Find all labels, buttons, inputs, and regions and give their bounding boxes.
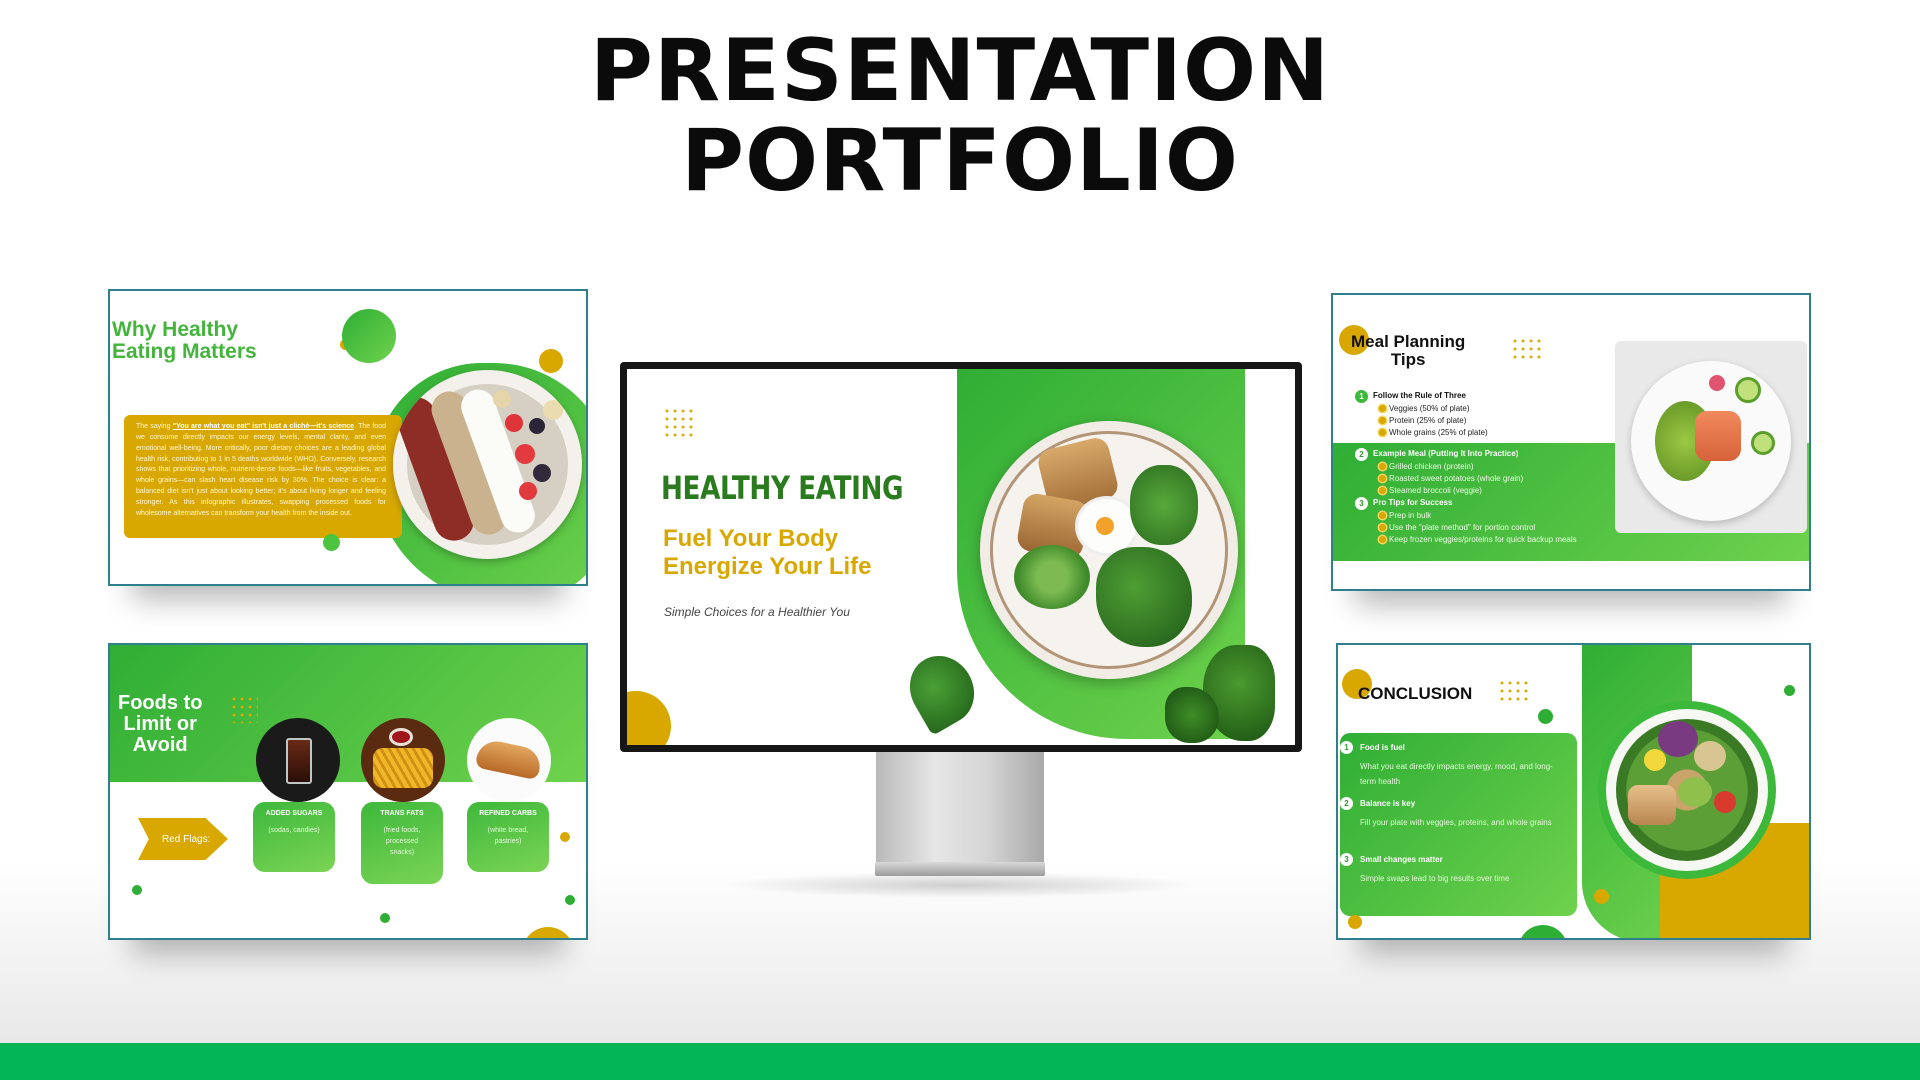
step-item: Use the "plate method" for portion contr… xyxy=(1379,523,1535,532)
step-item: Keep frozen veggies/proteins for quick b… xyxy=(1379,535,1577,544)
point-number: 1 xyxy=(1340,741,1353,754)
decor-dot xyxy=(132,885,142,895)
step-item: Veggies (50% of plate) xyxy=(1379,404,1470,413)
step-item: Steamed broccoli (veggie) xyxy=(1379,486,1482,495)
bullet-icon xyxy=(1379,536,1386,543)
decor-dot xyxy=(565,895,575,905)
slide-heading: Why Healthy Eating Matters xyxy=(112,318,257,364)
step-heading: Pro Tips for Success xyxy=(1373,498,1453,507)
step-item: Grilled chicken (protein) xyxy=(1379,462,1473,471)
bullet-icon xyxy=(1379,487,1386,494)
point-heading: Balance is key xyxy=(1360,799,1416,808)
monitor-stand-foot xyxy=(875,862,1045,876)
decor-dots xyxy=(1511,337,1541,363)
decor-circle xyxy=(342,309,396,363)
step-item: Prep in bulk xyxy=(1379,511,1431,520)
slide-foods-to-avoid[interactable]: Foods to Limit or Avoid ADDED SUGARS (so… xyxy=(108,643,588,940)
slide-heading: Foods to Limit or Avoid xyxy=(118,692,203,756)
card-added-sugars[interactable]: ADDED SUGARS (sodas, candies) xyxy=(253,802,335,872)
bullet-icon xyxy=(1379,429,1386,436)
step-heading: Example Meal (Putting It Into Practice) xyxy=(1373,449,1519,458)
page-title-line1: PRESENTATION xyxy=(589,21,1331,121)
decor-circle xyxy=(627,691,671,745)
smoothie-bowl-icon xyxy=(393,370,582,559)
decor-dot xyxy=(1348,915,1362,929)
decor-dot xyxy=(323,534,340,551)
subtitle: Simple Choices for a Healthier You xyxy=(664,605,850,619)
main-title: HEALTHY EATING xyxy=(661,469,904,507)
point-number: 3 xyxy=(1340,853,1353,866)
chicken-salad-bowl-icon xyxy=(1598,701,1776,879)
page-title-line2: PORTFOLIO xyxy=(681,111,1239,211)
decor-dot xyxy=(539,349,563,373)
point-text: Fill your plate with veggies, proteins, … xyxy=(1360,818,1552,827)
decor-dot xyxy=(1538,709,1553,724)
footer-bar xyxy=(0,1043,1920,1080)
point-text: What you eat directly impacts energy, mo… xyxy=(1360,762,1553,787)
decor-circle xyxy=(1518,925,1568,938)
fries-icon xyxy=(361,718,445,802)
slide-heading: CONCLUSION xyxy=(1358,684,1473,703)
step-number: 3 xyxy=(1355,497,1368,510)
step-item: Whole grains (25% of plate) xyxy=(1379,428,1488,437)
step-number: 2 xyxy=(1355,448,1368,461)
monitor-stand-neck xyxy=(876,752,1044,864)
salmon-salad-icon xyxy=(1615,341,1807,533)
bullet-icon xyxy=(1379,475,1386,482)
step-heading: Follow the Rule of Three xyxy=(1373,391,1466,400)
step-number: 1 xyxy=(1355,390,1368,403)
point-heading: Small changes matter xyxy=(1360,855,1443,864)
decor-dots xyxy=(663,407,695,439)
soda-icon xyxy=(256,718,340,802)
slide-conclusion[interactable]: CONCLUSION 1 Food is fuel What you eat dir… xyxy=(1336,643,1811,940)
decor-circle xyxy=(522,927,574,938)
card-refined-carbs[interactable]: REFINED CARBS (white bread, pastries) xyxy=(467,802,549,872)
slide-healthy-eating[interactable]: HEALTHY EATING Fuel Your Body Energize Y… xyxy=(627,369,1295,745)
slide-heading: Meal Planning Tips xyxy=(1351,332,1466,369)
slide-why-healthy-eating[interactable]: Why Healthy Eating Matters The saying "Y… xyxy=(108,289,588,586)
tagline: Fuel Your Body Energize Your Life xyxy=(663,525,872,580)
point-number: 2 xyxy=(1340,797,1353,810)
decor-dot xyxy=(560,832,570,842)
decor-dots xyxy=(1498,679,1530,705)
step-item: Roasted sweet potatoes (whole grain) xyxy=(1379,474,1523,483)
red-flags-label: Red Flags: xyxy=(162,834,211,845)
point-text: Simple swaps lead to big results over ti… xyxy=(1360,874,1510,883)
card-trans-fats[interactable]: TRANS FATS (fried foods, processed snack… xyxy=(361,802,443,884)
decor-dot xyxy=(1594,889,1609,904)
bread-icon xyxy=(467,718,551,802)
decor-dots xyxy=(230,695,258,723)
bullet-icon xyxy=(1379,405,1386,412)
monitor: HEALTHY EATING Fuel Your Body Energize Y… xyxy=(620,362,1302,752)
portfolio-canvas: PRESENTATION PORTFOLIO Why Healthy Eatin… xyxy=(0,0,1920,1080)
step-item: Protein (25% of plate) xyxy=(1379,416,1466,425)
spinach-leaf-icon xyxy=(897,644,987,736)
bullet-icon xyxy=(1379,524,1386,531)
slide-meal-planning-tips[interactable]: Meal Planning Tips 1 Follow the Rule of T… xyxy=(1331,293,1811,591)
decor-dot xyxy=(1784,685,1795,696)
bullet-icon xyxy=(1379,417,1386,424)
salad-plate-icon xyxy=(980,421,1238,679)
bullet-icon xyxy=(1379,512,1386,519)
decor-dot xyxy=(380,913,390,923)
body-paragraph: The saying "You are what you eat" isn't … xyxy=(136,423,386,517)
bullet-icon xyxy=(1379,463,1386,470)
point-heading: Food is fuel xyxy=(1360,743,1405,752)
